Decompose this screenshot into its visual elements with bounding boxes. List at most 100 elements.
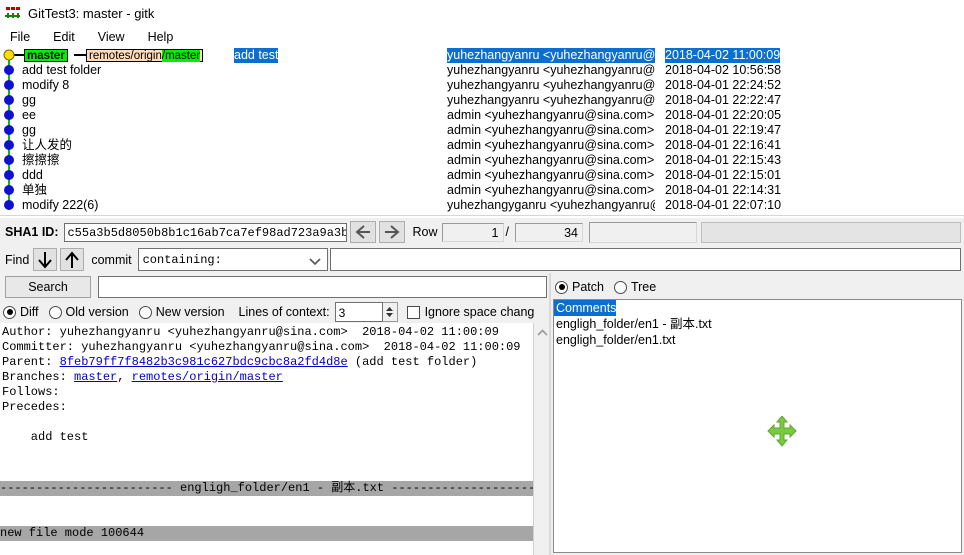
radio-tree[interactable]: Tree xyxy=(613,280,657,294)
radio-tree-indicator xyxy=(613,280,627,294)
commit-graph-column[interactable]: master remotes/origin/master add test ad… xyxy=(0,48,440,215)
branch-link-remote[interactable]: remotes/origin/master xyxy=(132,370,283,384)
arrow-down-icon[interactable] xyxy=(33,248,58,271)
commit-subject[interactable]: modify 8 xyxy=(22,78,69,93)
commit-date: 2018-04-01 22:20:05 xyxy=(665,108,782,122)
author-label: Author: xyxy=(2,325,53,339)
ref-label-master[interactable]: master xyxy=(24,49,68,62)
search-input[interactable] xyxy=(98,276,547,298)
menubar: File Edit View Help xyxy=(0,26,964,48)
file-list-pane: Patch Tree Comments engligh_folder/en1 -… xyxy=(551,273,964,555)
commit-list-pane[interactable]: master remotes/origin/master add test ad… xyxy=(0,48,964,215)
radio-old-version-indicator xyxy=(48,305,62,319)
ref-remote-suffix: /master xyxy=(161,50,201,62)
find-mode-select[interactable]: containing: xyxy=(137,248,328,271)
arrow-down-glyph xyxy=(38,251,53,269)
radio-old-version-label: Old version xyxy=(65,305,129,319)
sha1-input[interactable]: c55a3b5d8050b8b1c16ab7ca7ef98ad723a9a3b6 xyxy=(64,222,348,242)
radio-patch-indicator xyxy=(555,280,568,294)
menu-help[interactable]: Help xyxy=(146,28,184,46)
commit-subject[interactable]: add test folder xyxy=(22,63,101,78)
menu-file[interactable]: File xyxy=(8,28,40,46)
arrow-right-glyph xyxy=(385,225,401,239)
sha-extra-field[interactable] xyxy=(588,221,697,243)
ignore-space-label: Ignore space chang xyxy=(424,305,535,319)
commit-subject[interactable]: ddd xyxy=(22,168,43,183)
commit-subject[interactable]: gg xyxy=(22,123,36,138)
find-query-input[interactable] xyxy=(329,248,961,271)
branches-label: Branches: xyxy=(2,370,67,384)
commit-subject[interactable]: add test xyxy=(234,48,279,63)
commit-date: 2018-04-01 22:22:47 xyxy=(665,93,782,107)
commit-detail-pane[interactable]: Author: yuhezhangyanru <yuhezhangyanru@s… xyxy=(0,323,533,555)
radio-diff[interactable]: Diff xyxy=(3,305,39,319)
detail-pane-scrollbar[interactable] xyxy=(533,323,550,555)
diff-body: ------------------------ engligh_folder/… xyxy=(0,451,533,555)
commit-subject[interactable]: 擦擦擦 xyxy=(22,153,60,168)
commit-date: 2018-04-01 22:07:10 xyxy=(665,198,782,212)
radio-old-version[interactable]: Old version xyxy=(48,305,129,319)
commit-subject[interactable]: gg xyxy=(22,93,36,108)
commit-author: yuhezhangyanru <yuhezhangyanru@si xyxy=(447,63,655,77)
lines-of-context-label: Lines of context: xyxy=(238,305,330,319)
radio-patch[interactable]: Patch xyxy=(555,280,604,294)
commit-author: admin <yuhezhangyanru@sina.com> xyxy=(447,138,655,152)
parent-subject: (add test folder) xyxy=(354,355,478,369)
commit-subject[interactable]: ee xyxy=(22,108,36,123)
move-cursor-icon xyxy=(767,416,797,447)
commit-label: commit xyxy=(91,252,132,267)
lines-of-context-input[interactable]: 3 xyxy=(334,302,383,322)
commit-author-column: yuhezhangyanru <yuhezhangyanru@s yuhezha… xyxy=(447,48,655,215)
committer-value: yuhezhangyanru <yuhezhangyanru@sina.com> xyxy=(81,340,370,354)
arrow-right-icon[interactable] xyxy=(379,221,406,243)
commit-author: yuhezhangyanru <yuhezhangyanru@s xyxy=(447,48,655,63)
radio-tree-label: Tree xyxy=(630,280,657,294)
commit-subject[interactable]: 让人发的 xyxy=(22,138,72,153)
diff-options-bar: Diff Old version New version Lines of co… xyxy=(0,301,551,323)
list-item[interactable]: engligh_folder/en1.txt xyxy=(554,332,676,348)
author-value: yuhezhangyanru <yuhezhangyanru@sina.com> xyxy=(59,325,348,339)
precedes-label: Precedes: xyxy=(2,400,67,414)
window-titlebar: GitTest3: master - gitk xyxy=(0,0,964,26)
view-mode-bar: Patch Tree xyxy=(551,277,964,297)
commit-date: 2018-04-02 10:56:58 xyxy=(665,63,782,77)
commit-subject[interactable]: modify 222(6) xyxy=(22,198,98,213)
ignore-space-checkbox[interactable] xyxy=(406,305,420,319)
commit-message: add test xyxy=(2,430,89,444)
scroll-up-icon[interactable] xyxy=(534,325,550,339)
arrow-up-icon[interactable] xyxy=(60,248,85,271)
commit-date: 2018-04-02 11:00:09 xyxy=(665,48,781,63)
follows-label: Follows: xyxy=(2,385,60,399)
arrow-left-icon[interactable] xyxy=(350,221,377,243)
pane-divider xyxy=(0,215,964,216)
commit-date-column: 2018-04-02 11:00:09 2018-04-02 10:56:58 … xyxy=(665,48,815,215)
find-mode-value: containing: xyxy=(142,252,222,267)
diff-line-file-header: ------------------------ engligh_folder/… xyxy=(0,481,533,496)
list-item[interactable]: Comments xyxy=(554,300,617,316)
menu-view[interactable]: View xyxy=(96,28,135,46)
author-date: 2018-04-02 11:00:09 xyxy=(362,325,499,339)
list-item[interactable]: engligh_folder/en1 - 副本.txt xyxy=(554,316,712,332)
search-button[interactable]: Search xyxy=(5,276,91,298)
commit-author: admin <yuhezhangyanru@sina.com> xyxy=(447,183,655,197)
radio-new-version[interactable]: New version xyxy=(138,305,225,319)
commit-author: admin <yuhezhangyanru@sina.com> xyxy=(447,123,655,137)
committer-date: 2018-04-02 11:00:09 xyxy=(383,340,521,354)
parent-label: Parent: xyxy=(2,355,53,369)
row-current-field[interactable]: 1 xyxy=(441,222,504,242)
commit-subject[interactable]: 单独 xyxy=(22,183,47,198)
arrow-left-glyph xyxy=(355,225,371,239)
commit-detail-header: Author: yuhezhangyanru <yuhezhangyanru@s… xyxy=(0,323,533,445)
parent-sha-link[interactable]: 8feb79ff7f8482b3c981c627bdc9cbc8a2fd4d8e xyxy=(60,355,348,369)
radio-patch-label: Patch xyxy=(572,280,604,294)
menu-edit[interactable]: Edit xyxy=(51,28,85,46)
chevron-down-icon xyxy=(309,256,321,270)
branch-link-master[interactable]: master xyxy=(74,370,117,384)
commit-author: yuhezhangyanru <yuhezhangyanru@si xyxy=(447,78,655,92)
commit-author: admin <yuhezhangyanru@sina.com> xyxy=(447,168,655,182)
ref-label-remote-master[interactable]: remotes/origin/master xyxy=(86,49,204,62)
find-toolbar: Find commit containing: xyxy=(0,246,964,273)
row-label: Row xyxy=(412,225,438,239)
changed-files-list[interactable]: Comments engligh_folder/en1 - 副本.txt eng… xyxy=(553,299,962,553)
lines-of-context-stepper[interactable] xyxy=(382,302,398,322)
